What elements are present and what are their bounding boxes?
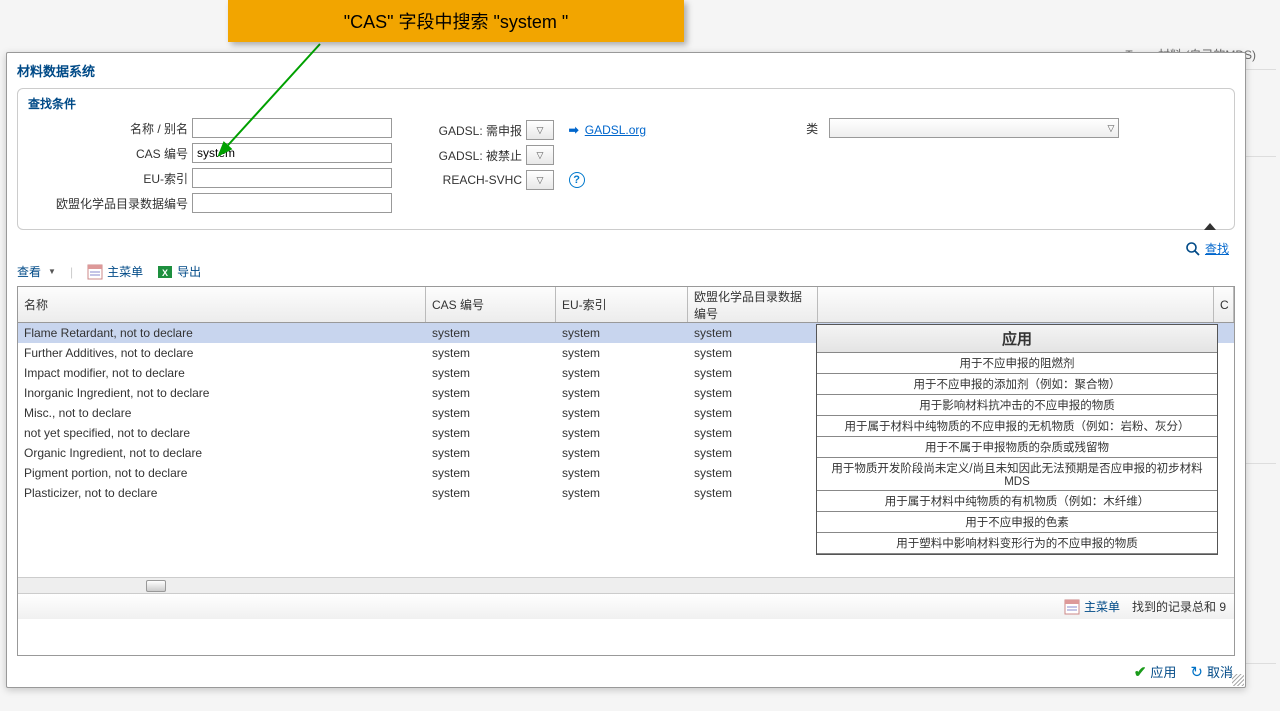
search-modal: 材料数据系统 查找条件 名称 / 别名 CAS 编号 EU-索引 欧盟化学品目录… bbox=[6, 52, 1246, 688]
check-icon: ✔ bbox=[1134, 663, 1147, 681]
horizontal-scrollbar[interactable] bbox=[18, 577, 1234, 593]
category-label: 类 bbox=[806, 120, 818, 137]
col-app[interactable] bbox=[818, 287, 1214, 322]
refresh-icon: ↻ bbox=[1190, 663, 1203, 681]
application-header: 应用 bbox=[817, 325, 1217, 353]
chevron-down-icon: ▽ bbox=[537, 175, 544, 186]
link-arrow-icon: ➡ bbox=[569, 123, 579, 137]
mainmenu-button[interactable]: 主菜单 bbox=[87, 263, 143, 280]
application-row[interactable]: 用于不应申报的阻燃剂 bbox=[817, 353, 1217, 374]
col-eu[interactable]: EU-索引 bbox=[556, 287, 688, 322]
cancel-button[interactable]: ↻取消 bbox=[1190, 662, 1233, 681]
application-row[interactable]: 用于物质开发阶段尚未定义/尚且未知因此无法预期是否应申报的初步材料MDS bbox=[817, 458, 1217, 491]
application-row[interactable]: 用于塑料中影响材料变形行为的不应申报的物质 bbox=[817, 533, 1217, 554]
svg-text:X: X bbox=[162, 268, 168, 278]
view-menu[interactable]: 查看 bbox=[17, 263, 56, 280]
gadsl-link[interactable]: GADSL.org bbox=[585, 123, 646, 137]
modal-title: 材料数据系统 bbox=[7, 53, 1245, 88]
cas-label: CAS 编号 bbox=[28, 145, 188, 162]
application-row[interactable]: 用于不应申报的添加剂（例如：聚合物） bbox=[817, 374, 1217, 395]
eu-input[interactable] bbox=[192, 168, 392, 188]
chevron-down-icon: ▽ bbox=[537, 125, 544, 136]
name-input[interactable] bbox=[192, 118, 392, 138]
reach-label: REACH-SVHC bbox=[432, 173, 522, 187]
application-row[interactable]: 用于属于材料中纯物质的不应申报的无机物质（例如：岩粉、灰分） bbox=[817, 416, 1217, 437]
eu-label: EU-索引 bbox=[28, 170, 188, 187]
einecs-input[interactable] bbox=[192, 193, 392, 213]
col-name[interactable]: 名称 bbox=[18, 287, 426, 322]
name-label: 名称 / 别名 bbox=[28, 120, 188, 137]
criteria-legend: 查找条件 bbox=[28, 95, 1224, 112]
cas-input[interactable] bbox=[192, 143, 392, 163]
search-button[interactable]: 查找 bbox=[1205, 240, 1229, 257]
gadsl-dec-label: GADSL: 需申报 bbox=[432, 122, 522, 139]
callout-banner: "CAS" 字段中搜索 "system " bbox=[228, 0, 684, 42]
resize-grip[interactable] bbox=[1232, 674, 1244, 686]
grid-toolbar: 查看 | 主菜单 X 导出 bbox=[7, 257, 1245, 286]
export-button[interactable]: X 导出 bbox=[157, 263, 201, 280]
application-row[interactable]: 用于属于材料中纯物质的有机物质（例如：木纤维） bbox=[817, 491, 1217, 512]
col-einecs[interactable]: 欧盟化学品目录数据编号 bbox=[688, 287, 818, 322]
chevron-down-icon: ▽ bbox=[1108, 123, 1115, 134]
application-row[interactable]: 用于不应申报的色素 bbox=[817, 512, 1217, 533]
gadsl-proh-select[interactable]: ▽ bbox=[526, 145, 554, 165]
mainmenu-icon bbox=[87, 264, 103, 280]
gadsl-dec-select[interactable]: ▽ bbox=[526, 120, 554, 140]
col-cas[interactable]: CAS 编号 bbox=[426, 287, 556, 322]
grid-header: 名称 CAS 编号 EU-索引 欧盟化学品目录数据编号 C bbox=[18, 287, 1234, 323]
excel-icon: X bbox=[157, 264, 173, 280]
col-c[interactable]: C bbox=[1214, 287, 1234, 322]
einecs-label: 欧盟化学品目录数据编号 bbox=[28, 195, 188, 212]
application-popup: 应用 用于不应申报的阻燃剂用于不应申报的添加剂（例如：聚合物）用于影响材料抗冲击… bbox=[816, 324, 1218, 555]
criteria-panel: 查找条件 名称 / 别名 CAS 编号 EU-索引 欧盟化学品目录数据编号 GA… bbox=[17, 88, 1235, 230]
help-icon[interactable]: ? bbox=[569, 172, 585, 188]
gadsl-proh-label: GADSL: 被禁止 bbox=[432, 147, 522, 164]
mainmenu-icon bbox=[1064, 599, 1080, 615]
reach-select[interactable]: ▽ bbox=[526, 170, 554, 190]
results-grid: 名称 CAS 编号 EU-索引 欧盟化学品目录数据编号 C Flame Reta… bbox=[17, 286, 1235, 656]
footer-mainmenu-button[interactable]: 主菜单 bbox=[1064, 598, 1120, 615]
search-icon bbox=[1185, 241, 1201, 257]
category-select[interactable]: ▽ bbox=[829, 118, 1119, 138]
collapse-arrow-icon[interactable] bbox=[1204, 223, 1216, 230]
records-count: 找到的记录总和 9 bbox=[1132, 598, 1226, 615]
apply-button[interactable]: ✔应用 bbox=[1134, 662, 1177, 681]
application-row[interactable]: 用于影响材料抗冲击的不应申报的物质 bbox=[817, 395, 1217, 416]
application-row[interactable]: 用于不属于申报物质的杂质或残留物 bbox=[817, 437, 1217, 458]
chevron-down-icon: ▽ bbox=[537, 150, 544, 161]
